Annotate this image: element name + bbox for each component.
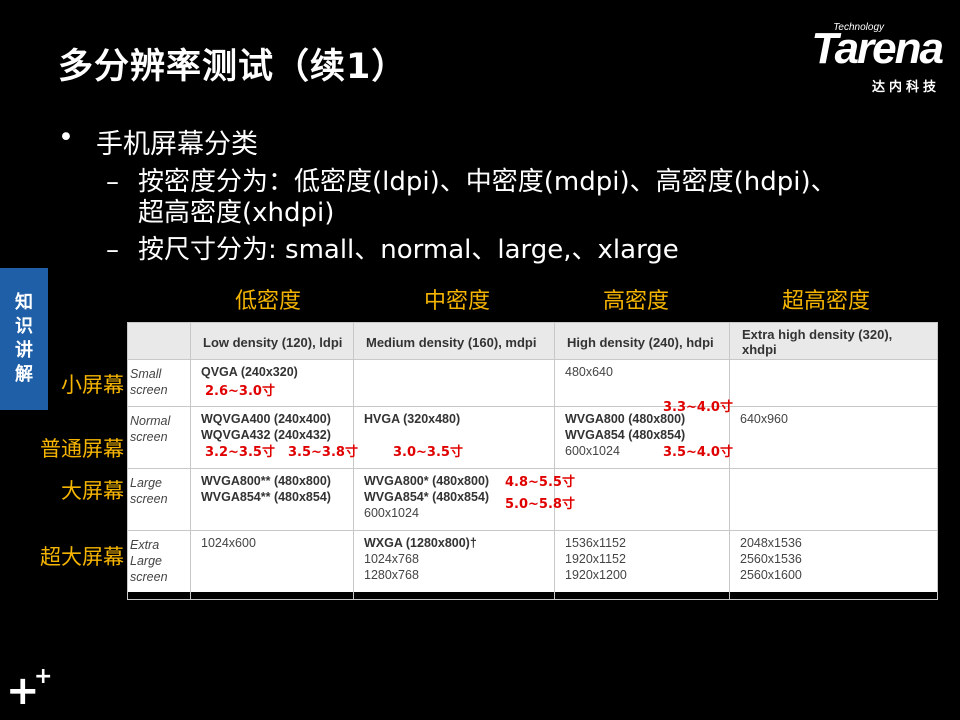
- size-annotation: 3.0~3.5寸: [393, 445, 463, 460]
- size-annotation: 5.0~5.8寸: [505, 497, 575, 512]
- size-annotation: 3.2~3.5寸: [205, 445, 275, 460]
- th-xhdpi: Extra high density (320), xhdpi: [729, 322, 938, 360]
- th-ldpi: Low density (120), ldpi: [190, 322, 354, 360]
- cell: [729, 359, 938, 407]
- th-hdpi: High density (240), hdpi: [554, 322, 730, 360]
- row-label-small: 小屏幕: [61, 373, 124, 397]
- cell: [729, 468, 938, 531]
- logo-cn-text: 达内科技: [871, 80, 940, 95]
- cell: 640x960: [729, 406, 938, 469]
- knowledge-tab[interactable]: 知 识 讲 解: [0, 268, 48, 410]
- col-label-xhdpi: 超高密度: [782, 289, 871, 314]
- tarena-logo: Technology Tarena 达内科技: [772, 20, 944, 95]
- cell: 2048x1536 2560x1536 2560x1600: [729, 530, 938, 600]
- row-header-normal: Normal screen: [127, 406, 191, 469]
- size-annotation: 3.5~3.8寸: [288, 445, 358, 460]
- table-corner: [127, 322, 191, 360]
- cell: WXGA (1280x800)† 1024x768 1280x768: [353, 530, 555, 600]
- cell: [353, 359, 555, 407]
- col-label-ldpi: 低密度: [235, 289, 302, 314]
- table-row: Extra Large screen 1024x600 WXGA (1280x800…: [127, 530, 938, 600]
- row-label-normal: 普通屏幕: [40, 437, 124, 461]
- slide-title: 多分辨率测试（续1）: [58, 47, 408, 87]
- bullet-main: • 手机屏幕分类: [58, 122, 258, 160]
- row-header-large: Large screen: [127, 468, 191, 531]
- bullet-list: • 手机屏幕分类 – 按密度分为：低密度(ldpi)、中密度(mdpi)、高密度(h…: [58, 122, 938, 272]
- cell: WVGA800** (480x800) WVGA854** (480x854): [190, 468, 354, 531]
- size-annotation: 4.8~5.5寸: [505, 475, 575, 490]
- size-annotation: 3.3~4.0寸: [663, 400, 733, 415]
- logo-brand-text: Tarena: [811, 24, 944, 73]
- bullet-sub-density: – 按密度分为：低密度(ldpi)、中密度(mdpi)、高密度(hdpi)、 超高密…: [106, 167, 837, 228]
- plus-small-icon: +: [34, 664, 53, 689]
- row-label-xlarge: 超大屏幕: [40, 545, 124, 569]
- th-mdpi: Medium density (160), mdpi: [353, 322, 555, 360]
- cell: [554, 468, 730, 531]
- row-header-xlarge: Extra Large screen: [127, 530, 191, 600]
- col-label-hdpi: 高密度: [603, 289, 670, 314]
- size-annotation: 3.5~4.0寸: [663, 445, 733, 460]
- col-label-mdpi: 中密度: [424, 289, 491, 314]
- row-header-small: Small screen: [127, 359, 191, 407]
- bullet-sub-size: – 按尺寸分为: small、normal、large,、xlarge: [106, 235, 679, 265]
- cell: 1024x600: [190, 530, 354, 600]
- size-annotation: 2.6~3.0寸: [205, 384, 275, 399]
- row-label-large: 大屏幕: [61, 479, 124, 503]
- cell: 1536x1152 1920x1152 1920x1200: [554, 530, 730, 600]
